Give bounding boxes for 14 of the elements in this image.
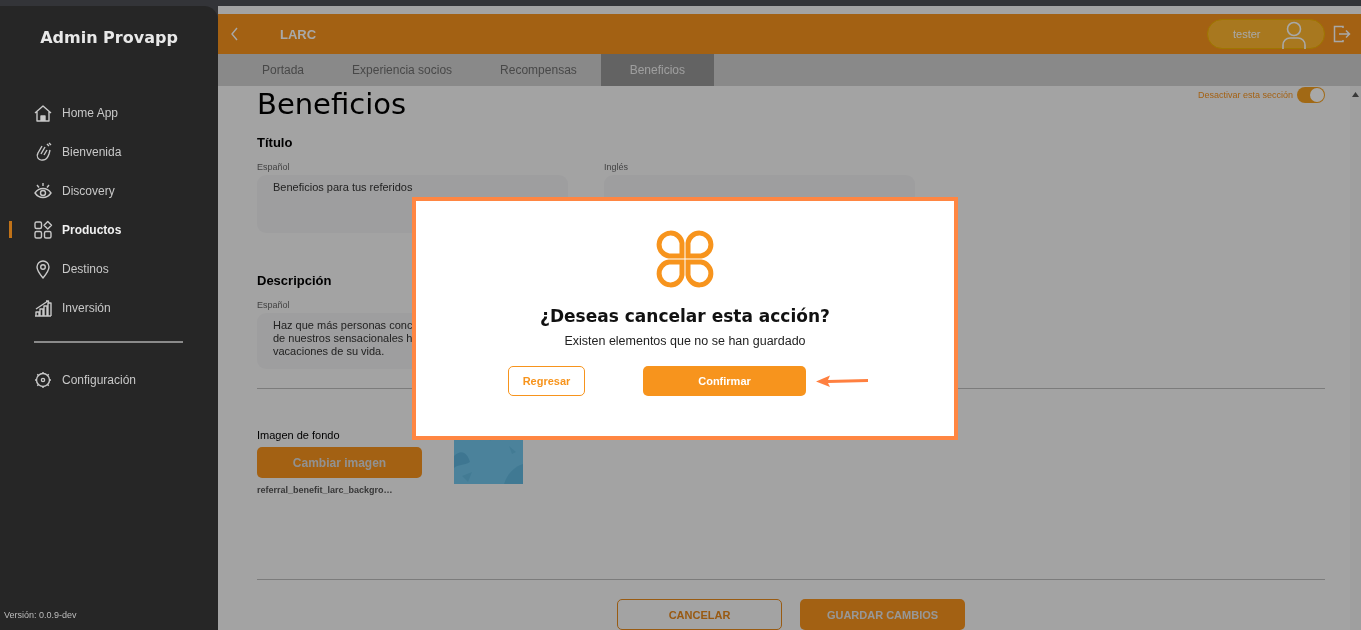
header-title: LARC xyxy=(280,26,317,42)
field-label: Español xyxy=(257,162,290,172)
version-label: Versión: 0.0.9-dev xyxy=(4,610,77,620)
section-title: Descripción xyxy=(257,273,333,288)
field-label: Imagen de fondo xyxy=(257,429,340,441)
dialog-message: Existen elementos que no se han guardado xyxy=(564,334,806,348)
field-label: Inglés xyxy=(604,162,629,172)
field-label: Español xyxy=(257,300,290,310)
app-title: Admin Provapp xyxy=(40,28,178,47)
dialog-title: ¿Deseas cancelar esta acción? xyxy=(540,306,830,326)
toggle-label: Desactivar esta sección xyxy=(1197,90,1293,100)
section-title: Título xyxy=(257,135,294,150)
page-title: Beneficios xyxy=(257,87,407,121)
user-name: tester xyxy=(1233,28,1261,41)
